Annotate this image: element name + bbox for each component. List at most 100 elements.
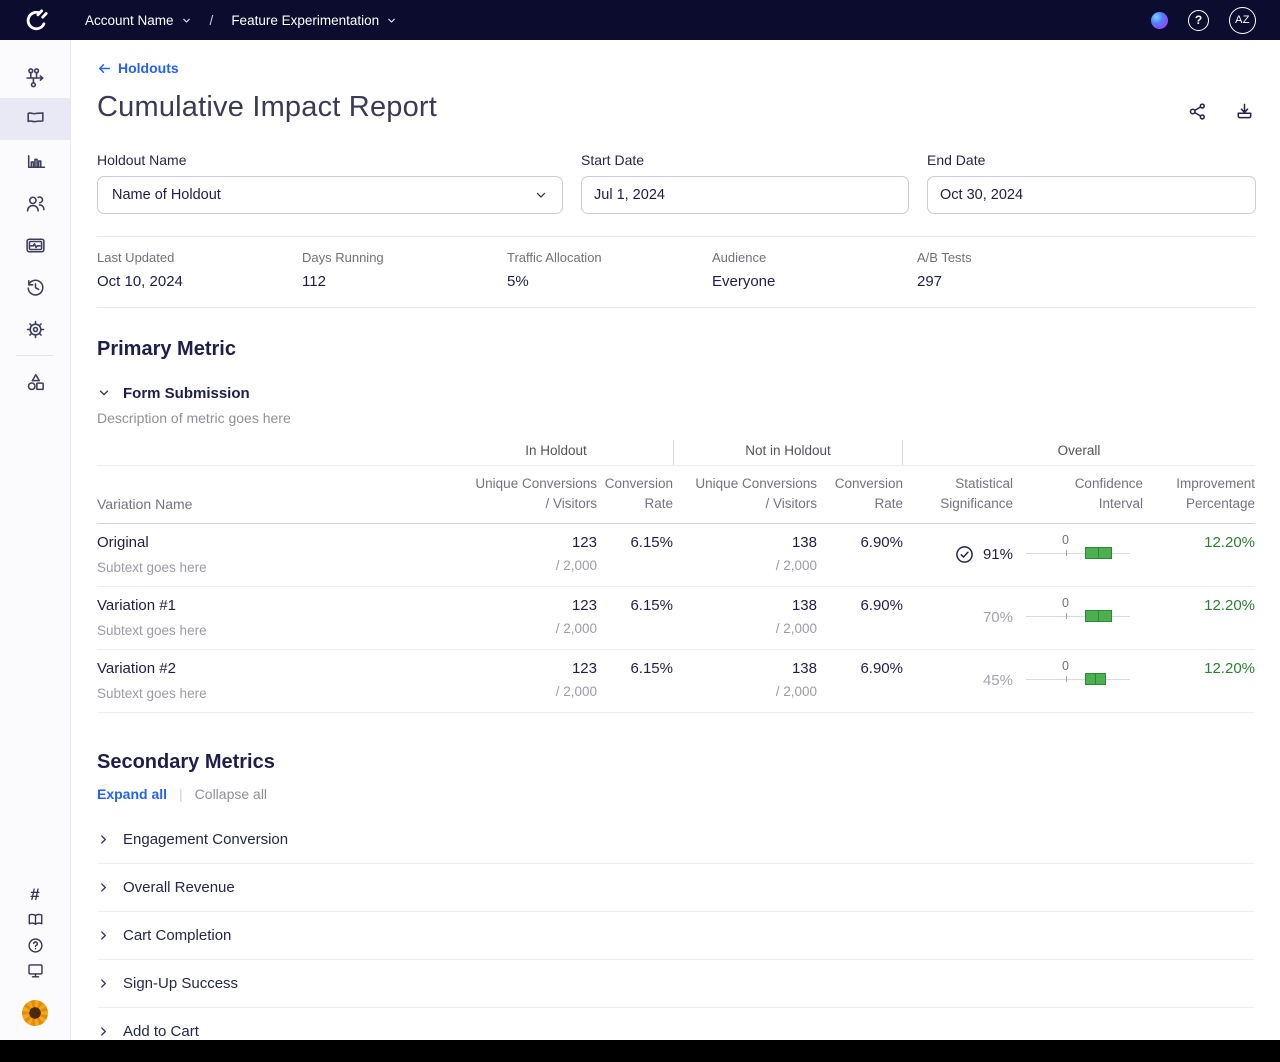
table-row: Variation #1 Subtext goes here 123 / 2,0… <box>97 587 1255 650</box>
in-holdout-rate: 6.15% <box>630 597 673 614</box>
sunflower-avatar[interactable] <box>22 1000 48 1026</box>
optimizely-logo[interactable] <box>0 7 71 33</box>
account-name-label: Account Name <box>85 13 174 28</box>
sidebar-item-reports[interactable] <box>0 140 70 182</box>
metric-collapse-toggle[interactable]: Form Submission <box>97 385 1255 402</box>
people-icon <box>24 192 47 215</box>
stat-last-updated: Last Updated Oct 10, 2024 <box>97 250 302 290</box>
monitor-pulse-icon <box>24 234 47 257</box>
ci-bar <box>1085 610 1112 622</box>
flow-arrow-icon <box>24 66 47 89</box>
expand-all-link[interactable]: Expand all <box>97 786 167 802</box>
sidebar-item-integrations[interactable] <box>0 361 70 403</box>
app-root: Account Name / Feature Experimentation ?… <box>0 0 1280 1062</box>
chevron-right-icon <box>97 881 110 894</box>
product-switcher[interactable]: Feature Experimentation <box>231 13 397 28</box>
desktop-icon[interactable] <box>26 961 45 979</box>
sidebar-item-monitoring[interactable] <box>0 224 70 266</box>
table-column-header-row: Variation Name Unique Conversions / Visi… <box>97 466 1255 524</box>
back-link-label: Holdouts <box>118 60 179 76</box>
accordion-add-to-cart[interactable]: Add to Cart <box>97 1008 1255 1041</box>
sidebar-item-settings[interactable] <box>0 308 70 350</box>
significance-value: 70% <box>983 609 1013 626</box>
slack-hash-icon[interactable]: # <box>30 886 39 904</box>
chevron-down-icon <box>97 386 111 400</box>
column-header-conversion-rate-not: Conversion Rate <box>817 474 903 514</box>
variation-name: Variation #1 <box>97 597 176 614</box>
sidebar-nav-top <box>0 40 70 403</box>
chevron-down-icon <box>386 15 397 26</box>
collapse-all-link[interactable]: Collapse all <box>195 786 267 802</box>
in-holdout-rate: 6.15% <box>630 660 673 677</box>
share-button[interactable] <box>1187 101 1208 122</box>
accordion-sign-up-success[interactable]: Sign-Up Success <box>97 960 1255 1008</box>
bar-chart-icon <box>24 150 47 173</box>
primary-metric-section: Primary Metric Form Submission Descripti… <box>97 338 1255 713</box>
holdout-name-select[interactable]: Name of Holdout <box>97 176 563 214</box>
gear-icon <box>24 318 47 341</box>
variation-subtext: Subtext goes here <box>97 560 207 575</box>
improvement-percentage: 12.20% <box>1204 534 1255 551</box>
column-header-unique-conversions-not: Unique Conversions / Visitors <box>673 474 817 514</box>
sidebar-item-history[interactable] <box>0 266 70 308</box>
start-date-input[interactable] <box>581 176 909 214</box>
product-name-label: Feature Experimentation <box>231 13 379 28</box>
column-header-improvement-percentage: Improvement Percentage <box>1143 474 1255 514</box>
significance-value: 45% <box>983 672 1013 689</box>
topbar-actions: ? AZ <box>1151 7 1280 34</box>
help-circle-icon[interactable] <box>26 936 45 954</box>
ci-zero-label: 0 <box>1062 533 1069 547</box>
end-date-input[interactable] <box>927 176 1256 214</box>
holdout-name-value: Name of Holdout <box>112 187 221 203</box>
not-in-holdout-rate: 6.90% <box>860 660 903 677</box>
check-circle-icon <box>955 545 974 564</box>
improvement-percentage: 12.20% <box>1204 597 1255 614</box>
back-to-holdouts-link[interactable]: Holdouts <box>97 60 179 76</box>
ci-zero-label: 0 <box>1062 659 1069 673</box>
main-content: Holdouts Cumulative Impact Report <box>72 40 1280 1040</box>
sidebar-item-rollouts[interactable] <box>0 56 70 98</box>
table-group-header-row: In Holdout Not in Holdout Overall <box>97 440 1255 466</box>
group-header-overall: Overall <box>903 440 1255 465</box>
group-header-not-in-holdout: Not in Holdout <box>673 440 903 465</box>
accordion-overall-revenue[interactable]: Overall Revenue <box>97 864 1255 912</box>
in-holdout-visitors: / 2,000 <box>556 558 597 573</box>
not-in-holdout-visitors: / 2,000 <box>776 684 817 699</box>
ci-zero-label: 0 <box>1062 596 1069 610</box>
shapes-icon <box>24 371 47 394</box>
in-holdout-conversions: 123 <box>572 534 597 551</box>
results-table: In Holdout Not in Holdout Overall Variat… <box>97 440 1255 713</box>
top-navigation-bar: Account Name / Feature Experimentation ?… <box>0 0 1280 40</box>
in-holdout-conversions: 123 <box>572 660 597 677</box>
holdout-name-label: Holdout Name <box>97 152 563 168</box>
summary-stats: Last Updated Oct 10, 2024 Days Running 1… <box>97 236 1255 308</box>
page-title: Cumulative Impact Report <box>97 91 437 124</box>
docs-book-icon[interactable] <box>26 911 45 929</box>
chevron-down-icon <box>181 15 192 26</box>
column-header-unique-conversions-in: Unique Conversions / Visitors <box>439 474 597 514</box>
metric-description: Description of metric goes here <box>97 410 1255 426</box>
secondary-metrics-section: Secondary Metrics Expand all | Collapse … <box>97 751 1255 1041</box>
column-header-confidence-interval: Confidence Interval <box>1013 474 1143 514</box>
in-holdout-visitors: / 2,000 <box>556 621 597 636</box>
not-in-holdout-visitors: / 2,000 <box>776 558 817 573</box>
sidebar-item-audiences[interactable] <box>0 182 70 224</box>
sidebar-item-flags[interactable] <box>0 98 70 140</box>
significance-value: 91% <box>983 546 1013 563</box>
account-switcher[interactable]: Account Name <box>85 13 192 28</box>
avatar[interactable]: AZ <box>1229 7 1256 34</box>
accordion-engagement-conversion[interactable]: Engagement Conversion <box>97 816 1255 864</box>
sidebar-divider <box>16 355 54 356</box>
not-in-holdout-rate: 6.90% <box>860 597 903 614</box>
help-icon[interactable]: ? <box>1188 10 1209 31</box>
link-separator: | <box>179 786 183 802</box>
primary-metric-title: Primary Metric <box>97 338 1255 361</box>
not-in-holdout-conversions: 138 <box>792 534 817 551</box>
not-in-holdout-conversions: 138 <box>792 597 817 614</box>
in-holdout-rate: 6.15% <box>630 534 673 551</box>
end-date-label: End Date <box>927 152 1256 168</box>
accordion-cart-completion[interactable]: Cart Completion <box>97 912 1255 960</box>
stat-traffic-allocation: Traffic Allocation 5% <box>507 250 712 290</box>
download-button[interactable] <box>1234 101 1255 122</box>
assistant-orb-icon[interactable] <box>1151 12 1168 29</box>
